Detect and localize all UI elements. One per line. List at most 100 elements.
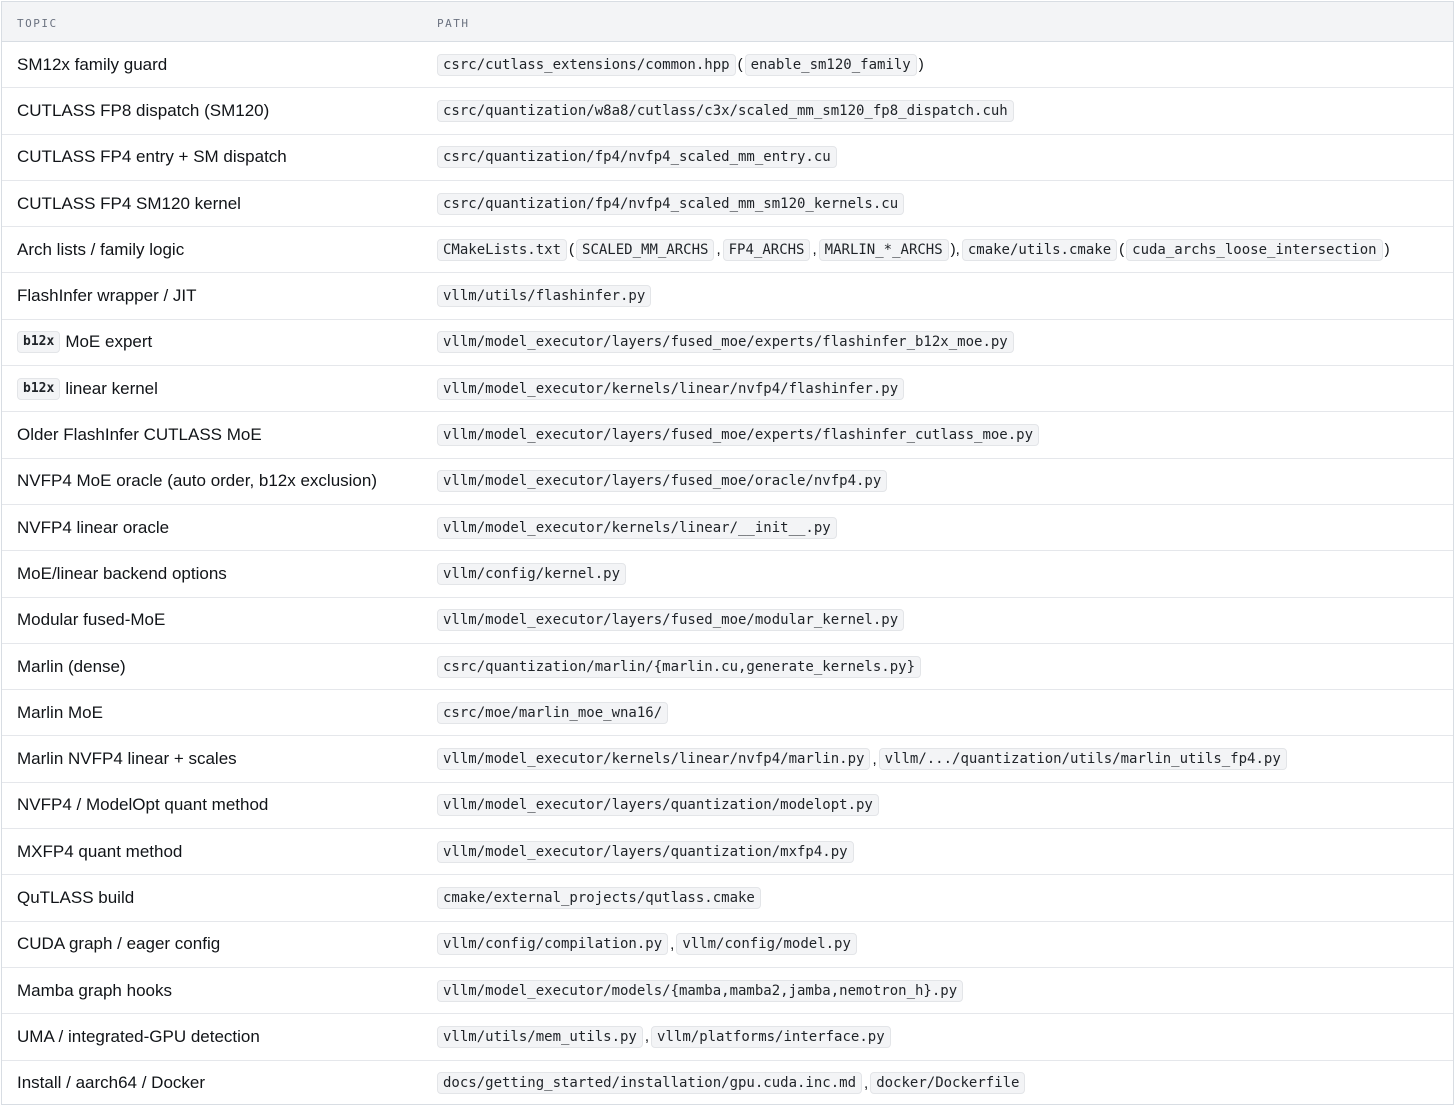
path-cell: vllm/model_executor/kernels/linear/nvfp4… [437, 377, 905, 400]
file-path-code: cmake/external_projects/qutlass.cmake [437, 886, 761, 909]
topic-cell: Arch lists / family logic [17, 240, 184, 260]
table-row: QuTLASS build cmake/external_projects/qut… [2, 875, 1453, 922]
file-path-code: SCALED_MM_ARCHS [576, 238, 715, 261]
table-row: UMA / integrated-GPU detection vllm/utils… [2, 1014, 1453, 1061]
file-path-code: cuda_archs_loose_intersection [1126, 238, 1383, 261]
file-path-code: vllm/model_executor/layers/quantization/… [437, 794, 879, 817]
topic-label: SM12x family guard [17, 54, 168, 74]
topic-cell: CUTLASS FP4 SM120 kernel [17, 194, 241, 214]
path-cell: cmake/external_projects/qutlass.cmake [437, 886, 761, 909]
path-cell: vllm/config/compilation.py, vllm/config/… [437, 933, 857, 956]
table-row: NVFP4 linear oracle vllm/model_executor/k… [2, 505, 1453, 552]
topic-label: MoE/linear backend options [17, 563, 227, 583]
topic-cell: MXFP4 quant method [17, 842, 182, 862]
table-row: Marlin MoE csrc/moe/marlin_moe_wna16/ [2, 690, 1453, 737]
topic-cell: NVFP4 / ModelOpt quant method [17, 795, 268, 815]
file-path-code: csrc/quantization/marlin/{marlin.cu,gene… [437, 655, 922, 678]
file-path-code: vllm/utils/flashinfer.py [437, 285, 652, 308]
table-header: TOPIC PATH [2, 2, 1453, 42]
path-separator: ( [569, 241, 575, 259]
topic-cell: CUDA graph / eager config [17, 934, 220, 954]
table-row: Marlin (dense) csrc/quantization/marlin/{… [2, 644, 1453, 691]
topic-label: CUTLASS FP8 dispatch (SM120) [17, 100, 270, 120]
topic-label: CUDA graph / eager config [17, 934, 221, 954]
path-separator: , [716, 241, 721, 259]
path-cell: vllm/model_executor/layers/fused_moe/mod… [437, 609, 905, 632]
file-path-code: csrc/cutlass_extensions/common.hpp [437, 53, 736, 76]
file-path-code: MARLIN_*_ARCHS [818, 238, 949, 261]
table-body: SM12x family guard csrc/cutlass_extension… [2, 42, 1453, 1104]
topic-cell: UMA / integrated-GPU detection [17, 1027, 260, 1047]
path-separator: ), [950, 241, 960, 259]
file-path-code: CMakeLists.txt [437, 238, 568, 261]
file-path-code: vllm/.../quantization/utils/marlin_utils… [878, 748, 1287, 771]
table-row: NVFP4 / ModelOpt quant method vllm/model_… [2, 783, 1453, 830]
file-path-code: vllm/model_executor/kernels/linear/nvfp4… [437, 377, 905, 400]
topic-code: b12x [17, 377, 61, 400]
file-path-code: vllm/model_executor/layers/fused_moe/mod… [437, 609, 905, 632]
topic-label: MoE expert [65, 332, 153, 352]
topic-label: Marlin NVFP4 linear + scales [17, 749, 237, 769]
topic-label: NVFP4 / ModelOpt quant method [17, 795, 269, 815]
path-cell: vllm/model_executor/kernels/linear/nvfp4… [437, 748, 1287, 771]
topic-cell: NVFP4 MoE oracle (auto order, b12x exclu… [17, 471, 377, 491]
path-cell: vllm/config/kernel.py [437, 562, 627, 585]
table-row: Modular fused-MoE vllm/model_executor/lay… [2, 598, 1453, 644]
file-path-code: vllm/config/model.py [676, 933, 857, 956]
topic-cell: Marlin (dense) [17, 657, 126, 677]
file-reference-table: TOPIC PATH SM12x family guard csrc/cutlas… [1, 1, 1454, 1105]
path-separator: , [812, 241, 817, 259]
table-row: FlashInfer wrapper / JIT vllm/utils/flash… [2, 273, 1453, 320]
path-cell: csrc/quantization/fp4/nvfp4_scaled_mm_en… [437, 146, 837, 169]
file-path-code: vllm/model_executor/models/{mamba,mamba2… [437, 979, 964, 1002]
path-separator: , [644, 1028, 650, 1046]
table-row: CUTLASS FP4 entry + SM dispatch csrc/quan… [2, 135, 1453, 181]
table-row: CUDA graph / eager config vllm/config/com… [2, 922, 1453, 968]
topic-cell: CUTLASS FP4 entry + SM dispatch [17, 147, 287, 167]
topic-label: Mamba graph hooks [17, 980, 172, 1000]
path-cell: docs/getting_started/installation/gpu.cu… [437, 1072, 1026, 1095]
path-cell: csrc/quantization/w8a8/cutlass/c3x/scale… [437, 99, 1014, 122]
topic-label: FlashInfer wrapper / JIT [17, 286, 197, 306]
file-path-code: docs/getting_started/installation/gpu.cu… [437, 1072, 863, 1095]
path-cell: vllm/model_executor/layers/fused_moe/exp… [437, 331, 1014, 354]
topic-cell: SM12x family guard [17, 55, 167, 75]
file-path-code: enable_sm120_family [744, 53, 917, 76]
file-path-code: vllm/model_executor/layers/fused_moe/ora… [437, 470, 888, 493]
file-path-code: vllm/utils/mem_utils.py [437, 1025, 643, 1048]
path-cell: csrc/quantization/fp4/nvfp4_scaled_mm_sm… [437, 192, 905, 215]
path-separator: ( [1119, 241, 1125, 259]
column-header-topic: TOPIC [17, 17, 58, 30]
file-path-code: vllm/config/compilation.py [437, 933, 669, 956]
path-separator: , [864, 1074, 869, 1092]
path-cell: vllm/model_executor/layers/fused_moe/ora… [437, 470, 888, 493]
topic-label: Arch lists / family logic [17, 239, 185, 259]
path-separator: ) [918, 56, 924, 74]
table-row: Older FlashInfer CUTLASS MoE vllm/model_e… [2, 412, 1453, 459]
topic-label: CUTLASS FP4 SM120 kernel [17, 193, 241, 213]
table-row: b12x linear kernel vllm/model_executor/ker… [2, 366, 1453, 413]
topic-label: Marlin (dense) [17, 656, 126, 676]
topic-cell: Marlin MoE [17, 703, 103, 723]
topic-label: NVFP4 MoE oracle (auto order, b12x exclu… [17, 471, 378, 491]
table-row: CUTLASS FP4 SM120 kernel csrc/quantizatio… [2, 181, 1453, 228]
table-row: CUTLASS FP8 dispatch (SM120) csrc/quantiz… [2, 88, 1453, 135]
file-path-code: csrc/quantization/fp4/nvfp4_scaled_mm_en… [437, 146, 837, 169]
topic-label: CUTLASS FP4 entry + SM dispatch [17, 147, 287, 167]
path-cell: vllm/model_executor/kernels/linear/__ini… [437, 516, 837, 539]
file-path-code: vllm/config/kernel.py [437, 562, 627, 585]
path-cell: CMakeLists.txt (SCALED_MM_ARCHS, FP4_ARC… [437, 238, 1392, 261]
file-path-code: cmake/utils.cmake [961, 238, 1118, 261]
table-row: Install / aarch64 / Docker docs/getting_s… [2, 1061, 1453, 1104]
table-row: SM12x family guard csrc/cutlass_extension… [2, 42, 1453, 89]
table-row: MoE/linear backend options vllm/config/ke… [2, 551, 1453, 598]
path-cell: vllm/model_executor/layers/quantization/… [437, 840, 854, 863]
path-cell: vllm/utils/flashinfer.py [437, 285, 652, 308]
file-path-code: csrc/moe/marlin_moe_wna16/ [437, 701, 669, 724]
file-path-code: docker/Dockerfile [870, 1072, 1026, 1095]
topic-label: linear kernel [65, 378, 158, 398]
topic-cell: b12x MoE expert [17, 331, 153, 354]
path-cell: csrc/quantization/marlin/{marlin.cu,gene… [437, 655, 922, 678]
topic-cell: b12x linear kernel [17, 377, 158, 400]
path-cell: vllm/model_executor/layers/quantization/… [437, 794, 879, 817]
